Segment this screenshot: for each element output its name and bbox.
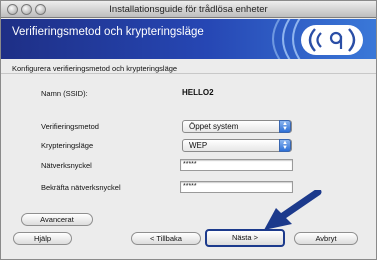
installer-window: Installationsguide för trådlösa enheter … — [0, 0, 377, 260]
wireless-signal-icon — [301, 25, 363, 55]
cancel-button[interactable]: Avbryt — [294, 232, 358, 245]
auth-method-label: Verifieringsmetod — [41, 122, 99, 131]
advanced-button[interactable]: Avancerat — [21, 213, 93, 226]
encryption-mode-label: Krypteringsläge — [41, 141, 94, 150]
back-button[interactable]: < Tillbaka — [131, 232, 201, 245]
encryption-mode-select[interactable]: WEP ▲ ▼ — [182, 139, 292, 152]
updown-arrows-icon: ▲ ▼ — [279, 120, 291, 133]
divider — [1, 73, 376, 74]
confirm-key-label: Bekräfta nätverksnyckel — [41, 183, 121, 192]
ssid-value: HELLO2 — [182, 88, 214, 97]
header-banner: Verifieringsmetod och krypteringsläge — [1, 19, 376, 59]
auth-method-select[interactable]: Öppet system ▲ ▼ — [182, 120, 292, 133]
page-title: Verifieringsmetod och krypteringsläge — [12, 26, 204, 38]
encryption-mode-value: WEP — [189, 141, 208, 150]
network-key-label: Nätverksnyckel — [41, 161, 92, 170]
network-key-field[interactable]: ***** — [180, 159, 293, 171]
auth-method-value: Öppet system — [189, 122, 239, 131]
updown-arrows-icon: ▲ ▼ — [279, 139, 291, 152]
ssid-label: Namn (SSID): — [41, 89, 88, 98]
instruction-text: Konfigurera verifieringsmetod och krypte… — [12, 64, 178, 73]
help-button[interactable]: Hjälp — [13, 232, 72, 245]
title-bar: Installationsguide för trådlösa enheter — [1, 1, 376, 18]
pointer-arrow-icon — [264, 190, 322, 230]
window-title: Installationsguide för trådlösa enheter — [109, 4, 268, 15]
